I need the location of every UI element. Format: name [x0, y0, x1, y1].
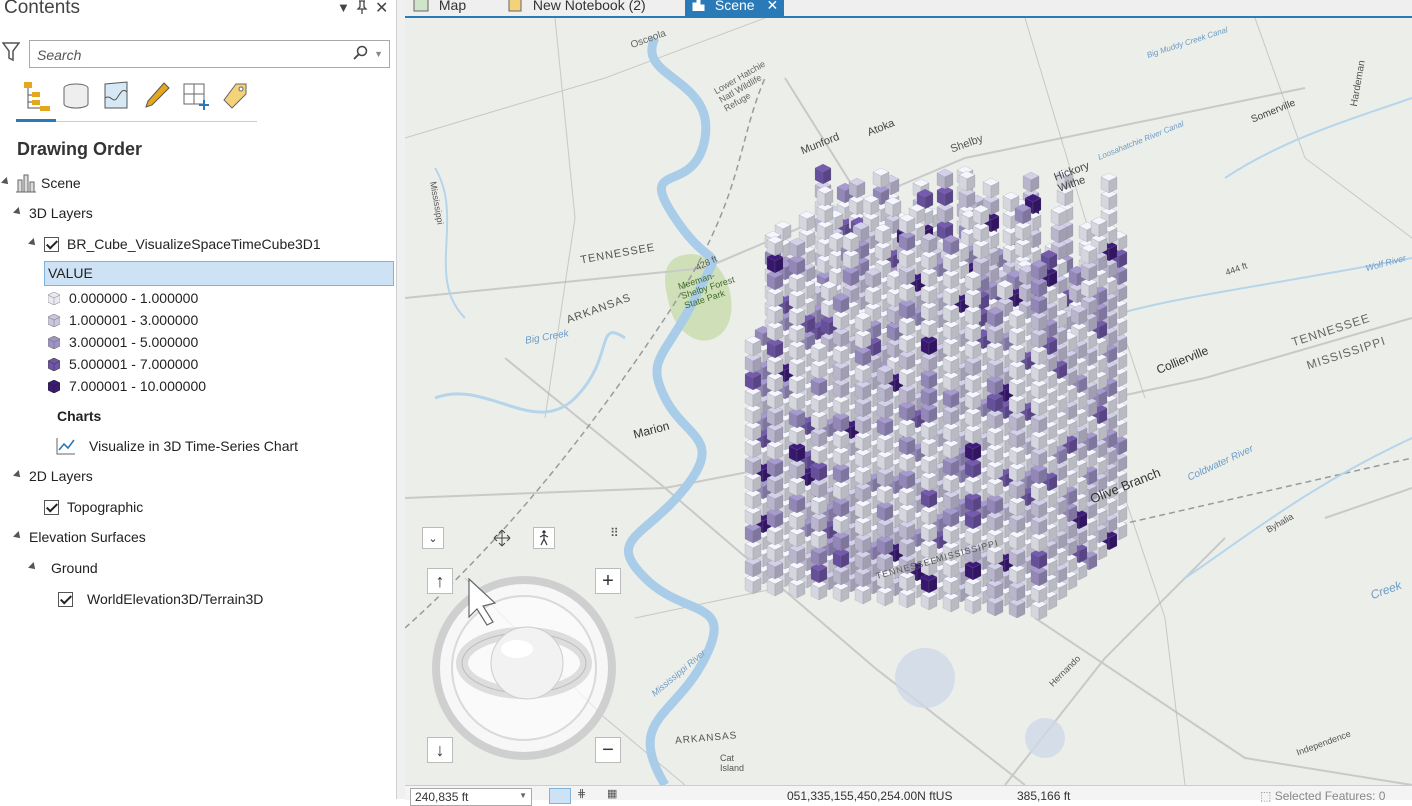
tree-ground[interactable]: Ground: [51, 560, 98, 576]
editing-icon[interactable]: [142, 80, 172, 112]
tree-elevation-surfaces[interactable]: Elevation Surfaces: [29, 529, 146, 545]
tab-notebook-label: New Notebook (2): [532, 0, 646, 13]
topographic-checkbox[interactable]: [44, 500, 59, 515]
tree-cube-layer[interactable]: BR_Cube_VisualizeSpaceTimeCube3D1: [67, 236, 321, 252]
terrain-checkbox[interactable]: [58, 592, 73, 607]
expand-cube-layer-icon[interactable]: [28, 238, 38, 248]
tree-scene[interactable]: Scene: [41, 175, 81, 191]
tree-chart-item[interactable]: Visualize in 3D Time-Series Chart: [89, 438, 298, 454]
expand-2d-layers-icon[interactable]: [13, 470, 23, 480]
filter-icon[interactable]: [1, 42, 21, 65]
tab-scene-label: Scene: [714, 0, 755, 13]
tab-scene[interactable]: Scene ✕: [685, 0, 785, 16]
pane-title: Contents: [4, 0, 81, 18]
tree-terrain[interactable]: WorldElevation3D/Terrain3D: [87, 591, 263, 607]
pane-menu-icon[interactable]: ▼: [337, 0, 350, 15]
close-icon[interactable]: ✕: [375, 0, 388, 18]
line-chart-icon: [56, 437, 76, 458]
active-tool-indicator: [16, 119, 56, 122]
tree-topographic[interactable]: Topographic: [67, 499, 143, 515]
expand-ground-icon[interactable]: [28, 562, 38, 572]
data-source-icon[interactable]: [62, 80, 92, 112]
search-icon[interactable]: [353, 45, 369, 64]
legend-symbol-1: [48, 314, 60, 327]
legend-label-4: 7.000001 - 10.000000: [69, 378, 207, 394]
search-input[interactable]: Search ▼: [29, 40, 390, 68]
scene-tab-icon: [692, 0, 705, 11]
tab-map-label: Map: [438, 0, 467, 13]
tab-map[interactable]: Map: [413, 0, 466, 16]
legend-label-2: 3.000001 - 5.000000: [69, 334, 199, 350]
labeling-icon[interactable]: [222, 80, 252, 112]
tree-3d-layers[interactable]: 3D Layers: [29, 205, 93, 221]
pane-splitter[interactable]: [397, 0, 405, 799]
legend-label-1: 1.000001 - 3.000000: [69, 312, 199, 328]
value-field-row[interactable]: VALUE: [44, 261, 394, 286]
pin-icon[interactable]: [356, 0, 368, 17]
legend-symbol-4: [48, 380, 60, 393]
expand-elevation-icon[interactable]: [13, 531, 23, 541]
expand-3d-layers-icon[interactable]: [13, 207, 23, 217]
legend-label-3: 5.000001 - 7.000000: [69, 356, 199, 372]
charts-heading: Charts: [57, 408, 102, 424]
value-field-label: VALUE: [48, 265, 93, 281]
search-placeholder: Search: [37, 47, 82, 63]
contents-pane: Contents ▼ ✕ Search ▼ Drawing Order Scen…: [0, 0, 397, 799]
notebook-icon: [508, 0, 522, 12]
tab-notebook[interactable]: New Notebook (2): [507, 0, 646, 16]
scene-view[interactable]: Osceola Lower Hatchie Natl Wildlife Refu…: [405, 18, 1412, 785]
map-icon: [413, 0, 429, 12]
snapping-icon[interactable]: [182, 80, 212, 112]
legend-symbol-2: [48, 336, 60, 349]
drawing-order-icon[interactable]: [22, 80, 52, 112]
search-options-icon[interactable]: ▼: [374, 49, 383, 59]
legend-symbol-3: [48, 358, 60, 371]
legend-label-0: 0.000000 - 1.000000: [69, 290, 199, 306]
cube-layer-checkbox[interactable]: [44, 237, 59, 252]
selection-icon[interactable]: [102, 80, 132, 112]
tree-2d-layers[interactable]: 2D Layers: [29, 468, 93, 484]
expand-scene-icon[interactable]: [1, 177, 11, 187]
close-tab-icon[interactable]: ✕: [766, 0, 778, 13]
legend-symbol-0: [48, 292, 60, 305]
drawing-order-heading: Drawing Order: [17, 139, 143, 159]
view-tabs: Map New Notebook (2) Scene ✕: [405, 0, 1412, 18]
scene-icon: [16, 173, 36, 196]
